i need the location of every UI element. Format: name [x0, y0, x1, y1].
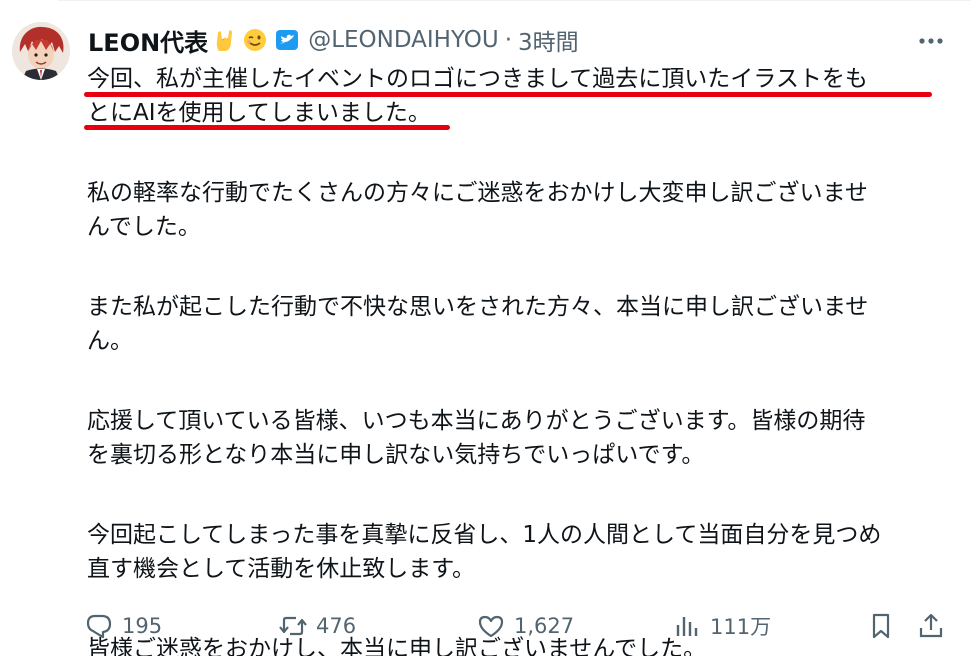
views-button[interactable]: 111万 — [672, 606, 771, 646]
reply-button[interactable]: 195 — [84, 606, 162, 646]
views-chart-icon — [672, 611, 702, 641]
red-underline-annotation — [84, 92, 932, 97]
share-button[interactable] — [916, 606, 946, 646]
bookmark-button[interactable] — [866, 606, 896, 646]
reply-icon — [84, 611, 114, 641]
tweet-text-line: ん。 — [87, 328, 133, 354]
author-handle[interactable]: @LEONDAIHYOU — [308, 27, 499, 53]
tweet-text-line: 直す機会として活動を休止致します。 — [87, 556, 476, 582]
winking-face-emoji — [242, 27, 268, 53]
retweet-icon — [278, 611, 308, 641]
tweet-actions-bar: 195 476 1,627 111万 — [84, 606, 964, 646]
bookmark-icon — [866, 611, 896, 641]
retweet-button[interactable]: 476 — [278, 606, 356, 646]
tweet-text-line: 応援して頂いている皆様、いつも本当にありがとうございます。皆様の期待 — [87, 408, 866, 434]
more-icon[interactable] — [914, 27, 948, 55]
retweet-count: 476 — [316, 614, 357, 638]
tweet-text-line: 今回、私が主催したイベントのロゴにつきまして過去に頂いたイラストをも — [87, 66, 868, 92]
sign-of-horns-emoji — [212, 27, 238, 53]
author-name[interactable]: LEON代表 — [88, 23, 208, 58]
share-icon — [916, 611, 946, 641]
top-divider — [58, 0, 971, 1]
avatar[interactable] — [12, 22, 70, 80]
verified-badge-icon[interactable] — [274, 27, 300, 53]
avatar-image — [12, 22, 70, 80]
like-button[interactable]: 1,627 — [476, 606, 574, 646]
tweet-text-line: んでした。 — [87, 214, 201, 240]
views-count: 111万 — [710, 615, 772, 639]
red-underline-annotation — [84, 125, 450, 130]
like-count: 1,627 — [514, 614, 575, 638]
tweet-body: 今回、私が主催したイベントのロゴにつきまして過去に頂いたイラストをも とにAIを… — [87, 62, 952, 656]
reply-count: 195 — [122, 614, 163, 638]
timestamp[interactable]: 3時間 — [518, 23, 579, 57]
tweet-text-line: また私が起こした行動で不快な思いをされた方々、本当に申し訳ございませ — [87, 294, 869, 320]
heart-icon — [476, 611, 506, 641]
tweet-header: LEON代表 @LEONDAIHYOU · 3時間 — [88, 23, 579, 57]
meta-separator: · — [504, 27, 513, 53]
tweet-text-line: 今回起こしてしまった事を真摯に反省し、1人の人間として当面自分を見つめ — [87, 522, 882, 548]
tweet-text-line: 私の軽率な行動でたくさんの方々にご迷惑をおかけし大変申し訳ございませ — [87, 180, 868, 206]
tweet-text-line: を裏切る形となり本当に申し訳ない気持ちでいっぱいです。 — [87, 442, 705, 468]
